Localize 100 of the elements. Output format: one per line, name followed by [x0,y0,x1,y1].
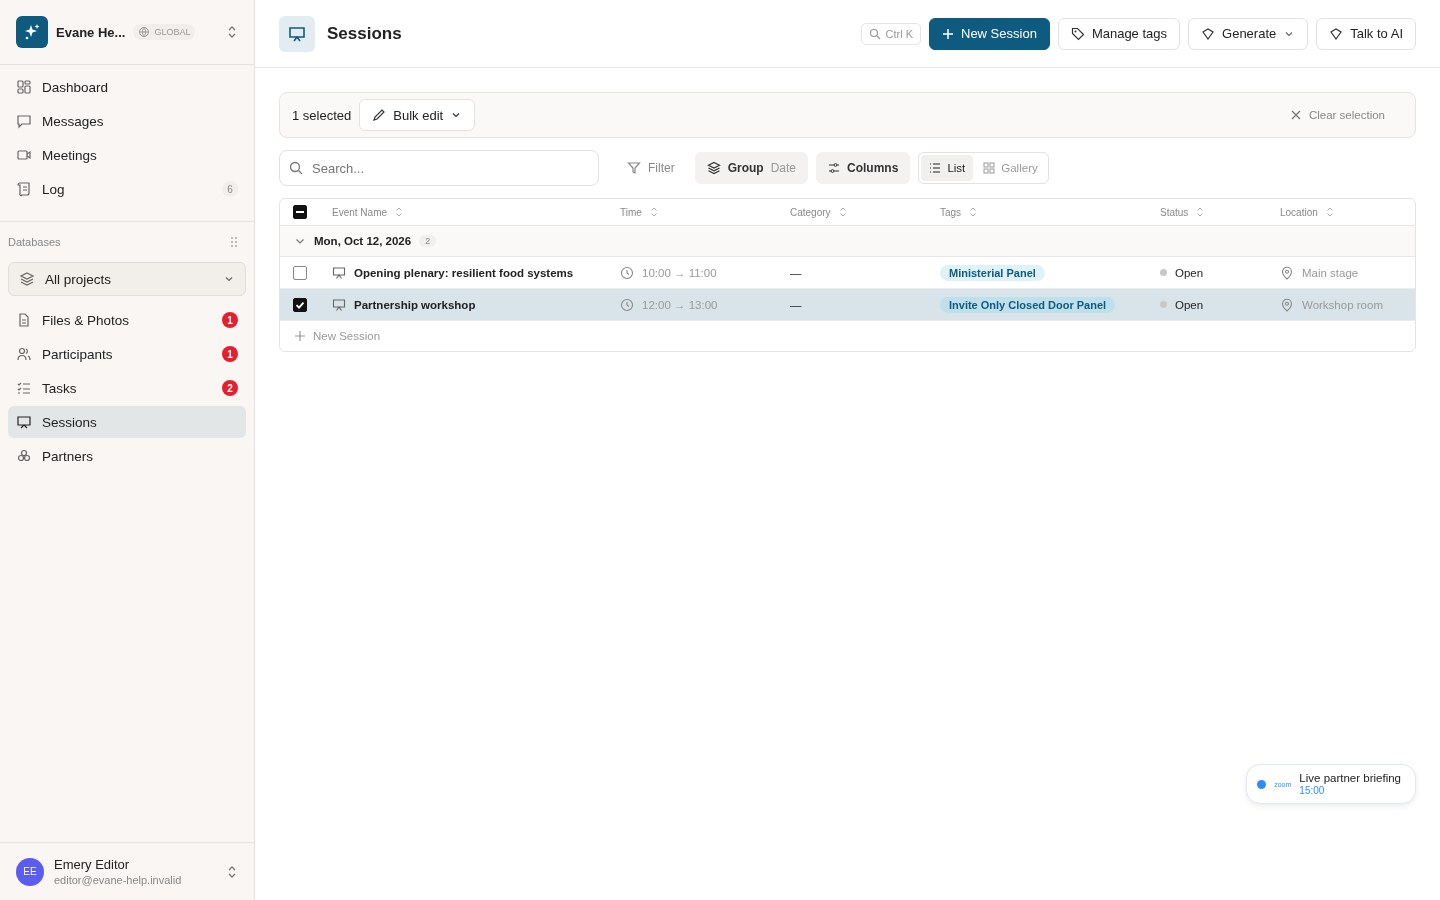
presentation-icon [332,297,346,312]
location-pin-icon [1280,265,1294,280]
group-row[interactable]: Mon, Oct 12, 2026 2 [280,226,1415,257]
manage-tags-button[interactable]: Manage tags [1057,17,1181,50]
workspace-name: Evane He... [56,24,126,40]
video-icon [16,147,32,163]
count-badge: 6 [222,181,238,197]
presentation-icon [279,15,315,52]
nav-item[interactable]: Sessions [8,406,246,438]
count-badge: 1 [222,312,238,328]
nav-item[interactable]: Tasks 2 [8,372,246,404]
page-title: Sessions [327,23,402,44]
gem-icon [1201,26,1216,41]
column-header[interactable]: Status [1160,206,1189,218]
column-header[interactable]: Time [620,206,642,218]
nav-item[interactable]: Dashboard [8,71,246,103]
category-cell: — [790,298,802,311]
plus-icon [294,330,306,342]
nodes-icon [16,448,32,464]
tag-icon [1070,26,1085,41]
nav-item[interactable]: Log 6 [8,173,246,205]
generate-button[interactable]: Generate [1188,17,1309,50]
group-count: 2 [419,235,437,247]
user-avatar: EE [16,857,44,886]
user-name: Emery Editor [54,857,131,872]
group-value: Date [770,161,797,175]
location-text: Workshop room [1302,298,1383,311]
status-dot [1160,269,1167,276]
status-dot [1160,301,1167,308]
filter-button[interactable]: Filter [615,152,687,184]
presentation-icon [332,265,346,280]
nav-item[interactable]: Files & Photos 1 [8,304,246,336]
clock-icon [620,265,634,280]
grid-icon [983,162,996,174]
sort-icon[interactable] [969,206,978,218]
search-icon [868,27,881,40]
column-header[interactable]: Event Name [332,206,388,218]
group-label: Group [727,161,764,175]
sort-icon[interactable] [1196,206,1205,218]
selection-count: 1 selected [292,107,352,123]
group-label: Mon, Oct 12, 2026 [314,235,412,247]
scope-badge: GLOBAL [133,24,196,40]
nav-item[interactable]: Meetings [8,139,246,171]
count-badge: 1 [222,346,238,362]
category-cell: — [790,266,802,279]
file-icon [16,312,32,328]
board-icon [16,414,32,430]
nav-item[interactable]: Participants 1 [8,338,246,370]
notification-time: 15:00 [1299,785,1326,796]
select-all-checkbox[interactable] [293,205,307,219]
clear-selection-button[interactable]: Clear selection [1283,108,1391,122]
group-button[interactable]: Group Date [694,152,809,184]
event-name[interactable]: Partnership workshop [354,298,476,311]
list-icon [929,162,942,174]
count-badge: 2 [222,380,238,396]
pencil-icon [372,108,387,122]
status-text: Open [1175,266,1204,279]
sort-icon[interactable] [395,206,404,218]
time-range: 12:00 → 13:00 [642,298,718,311]
search-field[interactable]: Search... [279,150,599,186]
sort-icon[interactable] [649,206,658,218]
row-checkbox[interactable] [293,297,307,312]
clock-icon [620,297,634,312]
columns-button[interactable]: Columns [816,152,911,184]
column-header[interactable]: Tags [940,206,962,218]
row-checkbox[interactable] [293,265,307,280]
users-icon [16,346,32,362]
switch-icon[interactable] [226,24,238,40]
notification-title: Live partner briefing [1299,772,1401,784]
plus-icon [942,27,954,40]
gem-icon [1329,26,1344,41]
layers-icon [706,161,721,175]
project-dropdown[interactable]: All projects [8,262,246,296]
close-icon [1289,109,1302,121]
view-tab[interactable]: List [921,155,974,181]
column-header[interactable]: Category [790,206,831,218]
time-range: 10:00 → 11:00 [642,266,717,279]
location-text: Main stage [1302,266,1359,279]
sort-icon[interactable] [1325,206,1334,218]
event-name[interactable]: Opening plenary: resilient food systems [354,266,574,279]
bulk-edit-button[interactable]: Bulk edit [359,99,476,131]
drag-handle-icon[interactable] [228,236,240,248]
scroll-icon [16,181,32,197]
nav-item[interactable]: Messages [8,105,246,137]
chat-icon [16,113,32,129]
sliders-icon [828,162,841,174]
column-header[interactable]: Location [1280,206,1318,218]
filter-icon [627,161,641,175]
tag-chip: Ministerial Panel [940,264,1045,281]
tag-chip: Invite Only Closed Door Panel [940,296,1116,313]
location-pin-icon [1280,297,1294,312]
user-email: editor@evane-help.invalid [54,874,182,886]
talk-to-ai-button[interactable]: Talk to AI [1316,17,1416,50]
section-title: Databases [8,236,61,248]
nav-item[interactable]: Partners [8,440,246,472]
new-session-button[interactable]: New Session [929,17,1050,50]
tasks-icon [16,380,32,396]
live-dot [1257,779,1267,789]
layers-icon [19,271,35,287]
sort-icon[interactable] [838,206,847,218]
